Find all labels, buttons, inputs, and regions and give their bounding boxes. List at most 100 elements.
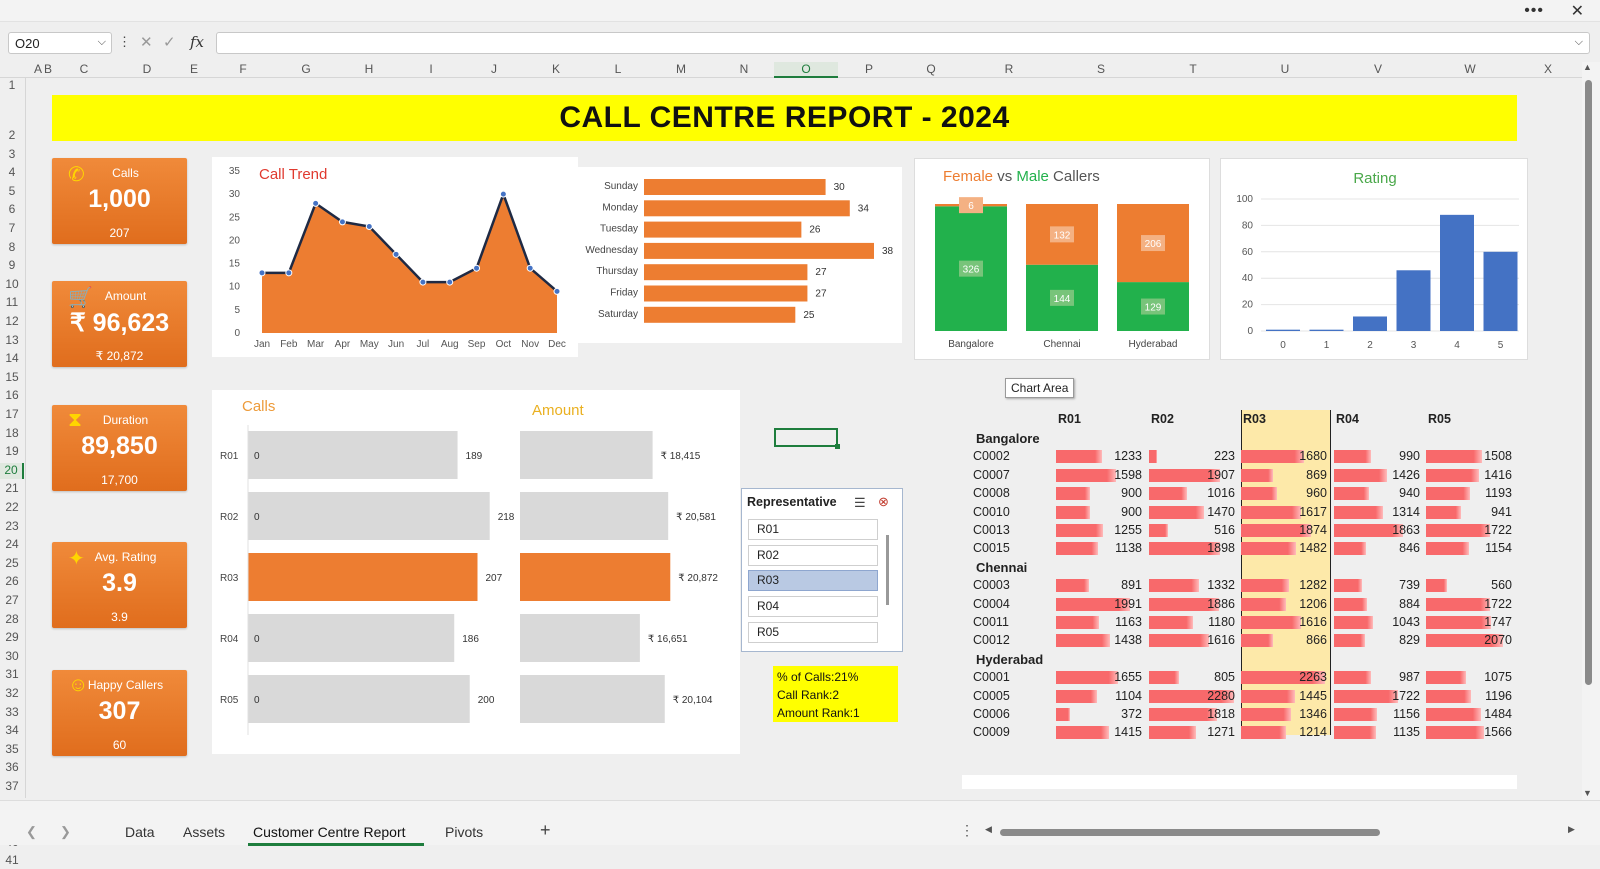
- row-header[interactable]: 11: [0, 295, 24, 311]
- column-header-r05[interactable]: R05: [1428, 412, 1451, 426]
- row-header[interactable]: 21: [0, 481, 24, 497]
- column-header[interactable]: W: [1440, 62, 1500, 78]
- chevron-left-icon[interactable]: ❮: [26, 824, 37, 840]
- cell-value[interactable]: 1016: [1189, 486, 1235, 500]
- cell-value[interactable]: 1722: [1466, 523, 1512, 537]
- cell-value[interactable]: 869: [1281, 468, 1327, 482]
- calls-bar[interactable]: [248, 675, 470, 723]
- cell-value[interactable]: 1616: [1189, 633, 1235, 647]
- column-header[interactable]: I: [401, 62, 461, 78]
- name-box[interactable]: O20 ⌵: [8, 32, 112, 54]
- rating-chart[interactable]: Rating 0 20 40 60 80 100 0 1 2 3 4 5: [1220, 158, 1528, 360]
- amount-bar[interactable]: [520, 431, 653, 479]
- trend-point[interactable]: [285, 269, 293, 277]
- row-header[interactable]: 23: [0, 519, 24, 535]
- calls-bar[interactable]: [248, 614, 455, 662]
- cell-value[interactable]: 1722: [1374, 689, 1420, 703]
- cell-value[interactable]: 900: [1096, 486, 1142, 500]
- column-header-r02[interactable]: R02: [1151, 412, 1174, 426]
- row-header[interactable]: 18: [0, 426, 24, 442]
- row-header[interactable]: 24: [0, 537, 24, 553]
- cell-value[interactable]: 739: [1374, 578, 1420, 592]
- row-header[interactable]: 37: [0, 779, 24, 795]
- cell-value[interactable]: 1617: [1281, 505, 1327, 519]
- column-header[interactable]: P: [839, 62, 899, 78]
- row-header[interactable]: 28: [0, 612, 24, 628]
- sheet-tab[interactable]: Customer Centre Report: [253, 824, 406, 840]
- cell-value[interactable]: 1907: [1189, 468, 1235, 482]
- cell-value[interactable]: 560: [1466, 578, 1512, 592]
- weekday-bar[interactable]: [644, 264, 808, 281]
- row-header[interactable]: 30: [0, 649, 24, 665]
- cell-value[interactable]: 1214: [1281, 725, 1327, 739]
- cell-value[interactable]: 941: [1466, 505, 1512, 519]
- cell-value[interactable]: 1415: [1096, 725, 1142, 739]
- sheet-tab[interactable]: Data: [125, 824, 155, 840]
- cell-value[interactable]: 1255: [1096, 523, 1142, 537]
- row-header[interactable]: 31: [0, 667, 24, 683]
- cell-value[interactable]: 866: [1281, 633, 1327, 647]
- weekday-bar[interactable]: [644, 285, 808, 302]
- row-header[interactable]: 3: [0, 147, 24, 163]
- column-header-r01[interactable]: R01: [1058, 412, 1081, 426]
- trend-point[interactable]: [365, 223, 373, 231]
- amount-bar[interactable]: [520, 614, 640, 662]
- cell-value[interactable]: 2263: [1281, 670, 1327, 684]
- cell-value[interactable]: 1722: [1466, 597, 1512, 611]
- column-header[interactable]: T: [1163, 62, 1223, 78]
- gender-chart[interactable]: Female vs Male Callers 326 6 Bangalore 144 13…: [914, 158, 1210, 360]
- weekday-calls-chart[interactable]: Sunday 30 Monday 34 Tuesday 26 Wednesday 38 Thur…: [578, 167, 902, 343]
- row-header[interactable]: 1: [0, 78, 24, 94]
- cell-value[interactable]: 1680: [1281, 449, 1327, 463]
- trend-point[interactable]: [446, 278, 454, 286]
- cell-value[interactable]: 1886: [1189, 597, 1235, 611]
- cell-value[interactable]: 1445: [1281, 689, 1327, 703]
- vertical-scroll-thumb[interactable]: [1585, 80, 1592, 685]
- formula-input[interactable]: ⌵: [216, 32, 1590, 54]
- row-header[interactable]: 26: [0, 574, 24, 590]
- slicer-item-r05[interactable]: R05: [748, 621, 878, 643]
- cell-value[interactable]: 1416: [1466, 468, 1512, 482]
- cell-value[interactable]: 1484: [1466, 707, 1512, 721]
- row-header[interactable]: 15: [0, 370, 24, 386]
- cell-value[interactable]: 372: [1096, 707, 1142, 721]
- row-header[interactable]: 25: [0, 556, 24, 572]
- cell-value[interactable]: 1206: [1281, 597, 1327, 611]
- row-header[interactable]: 9: [0, 258, 24, 274]
- add-sheet-button[interactable]: +: [540, 820, 551, 841]
- rating-bar[interactable]: [1353, 316, 1387, 331]
- column-header[interactable]: O: [774, 62, 838, 78]
- weekday-bar[interactable]: [644, 200, 850, 217]
- row-header[interactable]: 32: [0, 686, 24, 702]
- row-header[interactable]: 4: [0, 165, 24, 181]
- rating-bar[interactable]: [1483, 251, 1518, 331]
- column-header[interactable]: R: [979, 62, 1039, 78]
- row-header[interactable]: 7: [0, 221, 24, 237]
- cell-value[interactable]: 1043: [1374, 615, 1420, 629]
- cell-value[interactable]: 1566: [1466, 725, 1512, 739]
- slicer-item-r02[interactable]: R02: [748, 544, 878, 566]
- representative-slicer[interactable]: Representative R01 R02 R03 R04 R05: [741, 488, 903, 652]
- cell-value[interactable]: 1233: [1096, 449, 1142, 463]
- column-header[interactable]: K: [526, 62, 586, 78]
- column-header-r04[interactable]: R04: [1336, 412, 1359, 426]
- cell-value[interactable]: 1818: [1189, 707, 1235, 721]
- rep-charts-panel[interactable]: Calls Amount R01 0 189 ₹ 18,415 R02 0 218 ₹ 20,58…: [212, 390, 740, 754]
- horizontal-scroll-thumb[interactable]: [1000, 829, 1380, 836]
- cell-value[interactable]: 1655: [1096, 670, 1142, 684]
- cell-value[interactable]: 1747: [1466, 615, 1512, 629]
- trend-point[interactable]: [338, 218, 346, 226]
- cell-value[interactable]: 2280: [1189, 689, 1235, 703]
- row-header[interactable]: 14: [0, 351, 24, 367]
- sheet-tab[interactable]: Pivots: [445, 824, 483, 840]
- cell-value[interactable]: 1482: [1281, 541, 1327, 555]
- cell-value[interactable]: 829: [1374, 633, 1420, 647]
- weekday-bar[interactable]: [644, 306, 796, 323]
- trend-point[interactable]: [553, 287, 561, 295]
- cell-value[interactable]: 1314: [1374, 505, 1420, 519]
- column-header[interactable]: F: [213, 62, 273, 78]
- amount-bar[interactable]: [520, 492, 669, 540]
- cell-value[interactable]: 1138: [1096, 541, 1142, 555]
- calls-bar[interactable]: [248, 553, 478, 601]
- cell-value[interactable]: 1598: [1096, 468, 1142, 482]
